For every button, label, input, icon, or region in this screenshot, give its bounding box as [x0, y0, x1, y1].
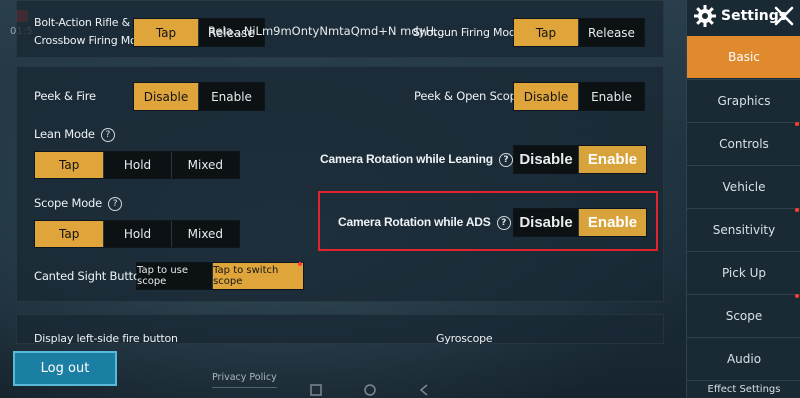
- lean-tap-option[interactable]: Tap: [35, 152, 105, 178]
- lean-mixed-option[interactable]: Mixed: [171, 152, 239, 178]
- lean-hold-option[interactable]: Hold: [104, 152, 172, 178]
- camera-ads-help-icon[interactable]: ?: [496, 215, 511, 230]
- sensitivity-new-dot: [795, 208, 799, 212]
- sidebar-item-graphics[interactable]: Graphics: [687, 79, 800, 121]
- new-indicator-dot: [298, 262, 302, 266]
- sidebar-item-pick-up[interactable]: Pick Up: [687, 251, 800, 293]
- camera-leaning-toggle: Disable Enable: [513, 145, 647, 174]
- gyroscope-label: Gyroscope: [436, 332, 493, 345]
- close-icon[interactable]: [773, 5, 795, 27]
- scope-new-dot: [795, 294, 799, 298]
- camera-leaning-row: Camera Rotation while Leaning?: [320, 152, 513, 167]
- canted-sight-toggle: Tap to use scope Tap to switch scope: [136, 262, 304, 290]
- peek-fire-enable-option[interactable]: Enable: [199, 83, 264, 110]
- camera-leaning-help-icon[interactable]: ?: [498, 152, 513, 167]
- scope-mode-row: Scope Mode?: [34, 196, 123, 211]
- camera-ads-toggle: Disable Enable: [513, 208, 647, 237]
- sidebar-item-basic[interactable]: Basic: [687, 36, 800, 78]
- sidebar-header: Settings: [687, 0, 800, 36]
- shotgun-mode-label: Shotgun Firing Mode: [413, 26, 523, 39]
- shotgun-tap-option[interactable]: Tap: [514, 19, 579, 46]
- controls-new-dot: [795, 122, 799, 126]
- scope-mode-label: Scope Mode: [34, 196, 103, 210]
- lean-mode-label: Lean Mode: [34, 127, 95, 141]
- lean-mode-help-icon[interactable]: ?: [100, 127, 115, 142]
- camera-ads-row: Camera Rotation while ADS?: [338, 215, 511, 230]
- sidebar-item-vehicle[interactable]: Vehicle: [687, 165, 800, 207]
- scope-tap-option[interactable]: Tap: [35, 221, 105, 247]
- shotgun-mode-toggle: Tap Release: [513, 18, 645, 47]
- sidebar-item-sensitivity[interactable]: Sensitivity: [687, 208, 800, 250]
- back-icon[interactable]: [418, 384, 430, 396]
- peek-fire-label: Peek & Fire: [34, 89, 96, 103]
- canted-use-scope-option[interactable]: Tap to use scope: [137, 263, 214, 289]
- peek-scope-enable-option[interactable]: Enable: [579, 83, 644, 110]
- bolt-action-label-line1: Bolt-Action Rifle &: [34, 16, 130, 29]
- peek-open-scope-toggle: Disable Enable: [513, 82, 645, 111]
- lean-mode-row: Lean Mode?: [34, 127, 115, 142]
- camera-ads-label: Camera Rotation while ADS: [338, 215, 491, 229]
- camera-leaning-enable-option[interactable]: Enable: [579, 146, 646, 173]
- sidebar-item-scope[interactable]: Scope: [687, 294, 800, 336]
- left-fire-button-label: Display left-side fire button: [34, 332, 178, 345]
- system-nav-bar: [310, 382, 430, 398]
- watermark-overlay-text: Rela...NiLm9mOntyNmtaQmd+N mdyH...: [208, 24, 445, 38]
- bolt-action-tap-option[interactable]: Tap: [134, 19, 199, 46]
- sidebar-item-audio[interactable]: Audio: [687, 337, 800, 379]
- shotgun-release-option[interactable]: Release: [579, 19, 644, 46]
- settings-sidebar: Settings Basic Graphics Controls Vehicle…: [686, 0, 800, 398]
- sidebar-item-controls[interactable]: Controls: [687, 122, 800, 164]
- camera-ads-disable-option[interactable]: Disable: [514, 209, 580, 236]
- peek-fire-toggle: Disable Enable: [133, 82, 265, 111]
- scope-mixed-option[interactable]: Mixed: [171, 221, 239, 247]
- peek-open-scope-label: Peek & Open Scope: [414, 89, 524, 103]
- camera-ads-enable-option[interactable]: Enable: [579, 209, 646, 236]
- canted-switch-scope-option[interactable]: Tap to switch scope: [213, 263, 303, 289]
- camera-leaning-label: Camera Rotation while Leaning: [320, 152, 493, 166]
- scope-mode-help-icon[interactable]: ?: [108, 196, 123, 211]
- gear-icon: [694, 5, 716, 27]
- peek-fire-disable-option[interactable]: Disable: [134, 83, 199, 110]
- privacy-policy-link[interactable]: Privacy Policy: [212, 372, 277, 388]
- logout-button[interactable]: Log out: [13, 351, 117, 386]
- camera-leaning-disable-option[interactable]: Disable: [514, 146, 580, 173]
- recent-apps-icon[interactable]: [310, 384, 322, 396]
- canted-sight-label: Canted Sight Button: [34, 269, 147, 283]
- sidebar-item-effect-settings[interactable]: Effect Settings: [687, 380, 800, 398]
- lean-mode-selector: Tap Hold Mixed: [34, 151, 240, 179]
- scope-mode-selector: Tap Hold Mixed: [34, 220, 240, 248]
- peek-scope-disable-option[interactable]: Disable: [514, 83, 579, 110]
- home-icon[interactable]: [364, 384, 376, 396]
- scope-hold-option[interactable]: Hold: [104, 221, 172, 247]
